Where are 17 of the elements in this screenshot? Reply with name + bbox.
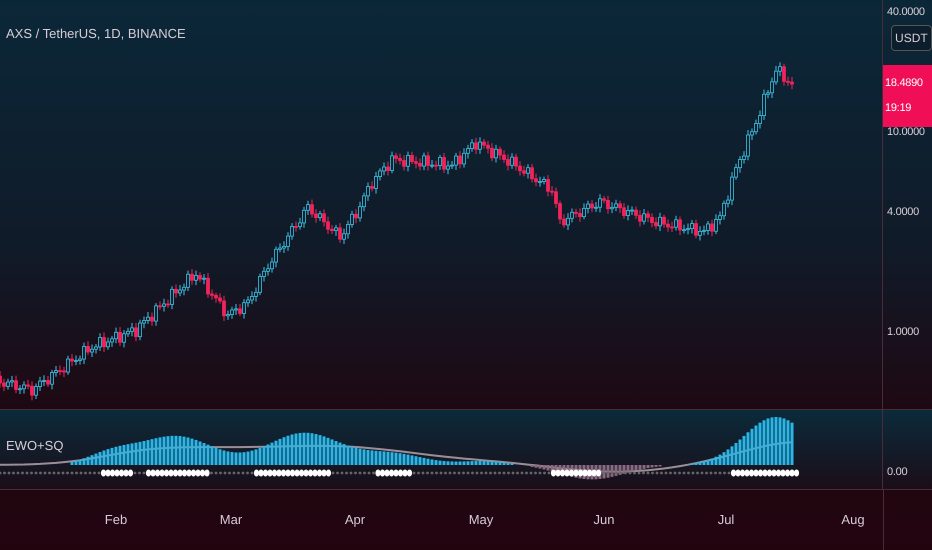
month-label: Jul [716,512,736,527]
month-label: Apr [344,512,366,527]
month-label: Aug [840,512,866,527]
price-tick-label: 1.0000 [887,326,919,338]
price-tick-label: 40.0000 [887,6,925,18]
month-label: May [468,512,494,527]
month-label: Jun [592,512,616,527]
currency-badge[interactable]: USDT [891,25,932,51]
price-tick-label: 10.0000 [887,126,925,138]
price-tick-label: 4.0000 [887,206,919,218]
last-price: 18.4890 [885,77,923,90]
month-label: Feb [104,512,128,527]
indicator-name: EWO+SQ [6,438,64,453]
symbol-title: AXS / TetherUS, 1D, BINANCE [6,26,186,41]
month-label: Mar [218,512,244,527]
candle-countdown: 19:19 [885,102,912,114]
indicator-tick-label: 0.00 [887,466,908,478]
